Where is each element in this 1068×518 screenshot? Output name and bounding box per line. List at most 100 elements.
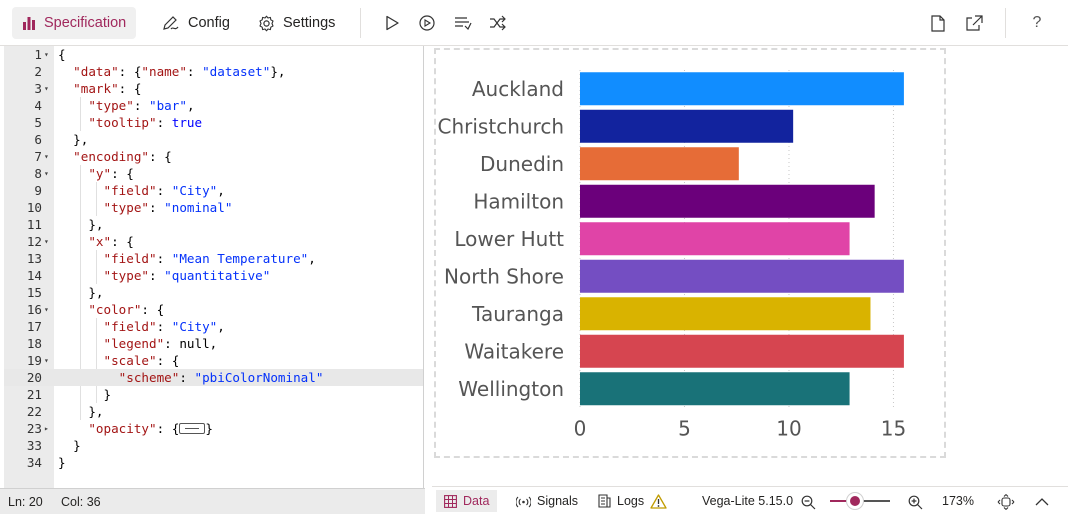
code-line[interactable]: 1 ▾ { xyxy=(4,46,423,63)
code-text: }, xyxy=(58,132,89,147)
bar-lower-hutt[interactable] xyxy=(580,222,850,256)
code-text: { xyxy=(58,47,66,62)
code-line[interactable]: 12 ▾ "x": { xyxy=(4,233,423,250)
tab-label: Config xyxy=(188,15,230,31)
bar-auckland[interactable] xyxy=(580,72,904,106)
help-label: ? xyxy=(1032,14,1042,31)
code-editor[interactable]: 1 ▾{2 "data": {"name": "dataset"}, 3 ▾ "mar… xyxy=(4,46,424,488)
code-text: } xyxy=(58,455,66,470)
x-tick-label: 5 xyxy=(678,417,691,441)
y-tick-label: Lower Hutt xyxy=(454,227,564,251)
gear-icon xyxy=(259,15,274,31)
code-line[interactable]: 9 "field": "City", xyxy=(4,182,423,199)
y-tick-label: Waitakere xyxy=(464,339,564,363)
code-line[interactable]: 17 "field": "City", xyxy=(4,318,423,335)
code-line[interactable]: 15 }, xyxy=(4,284,423,301)
code-text: "type": "bar", xyxy=(88,98,195,113)
code-line[interactable]: 4 "type": "bar", xyxy=(4,97,423,114)
fold-open-icon[interactable]: ▾ xyxy=(44,301,54,318)
code-line[interactable]: 23 ▸ "opacity": {} xyxy=(4,420,423,437)
line-number: 3 xyxy=(34,81,42,96)
line-number: 22 xyxy=(26,404,42,419)
logs-icon xyxy=(598,494,611,508)
bar-tauranga[interactable] xyxy=(580,297,871,331)
fit-to-view-icon[interactable] xyxy=(994,490,1018,514)
run-icon[interactable] xyxy=(380,11,404,35)
bar-chart: Auckland Christchurch Dunedin Hamilton Lower… xyxy=(436,50,944,463)
zoom-out-icon[interactable] xyxy=(796,490,820,514)
fold-open-icon[interactable]: ▾ xyxy=(44,46,54,63)
y-tick-label: Wellington xyxy=(458,377,564,401)
code-text: "scale": { xyxy=(103,353,180,368)
code-line[interactable]: 21 } xyxy=(4,386,423,403)
code-text: }, xyxy=(58,217,104,232)
fold-open-icon[interactable]: ▾ xyxy=(44,233,54,250)
bar-chart-icon xyxy=(23,17,35,30)
code-line[interactable]: 7 ▾ "encoding": { xyxy=(4,148,423,165)
bar-dunedin[interactable] xyxy=(580,147,739,181)
line-number: 15 xyxy=(26,285,42,300)
new-file-icon[interactable] xyxy=(926,11,950,35)
line-number: 33 xyxy=(26,438,42,453)
code-line[interactable]: 11 }, xyxy=(4,216,423,233)
collapse-panel-icon[interactable] xyxy=(1030,490,1054,514)
signal-icon xyxy=(516,496,531,507)
toolbar-divider xyxy=(1005,8,1006,38)
tab-data[interactable]: Data xyxy=(436,490,498,512)
zoom-in-icon[interactable] xyxy=(903,490,927,514)
bar-north-shore[interactable] xyxy=(580,259,904,293)
code-text: "mark": { xyxy=(73,81,142,96)
code-line[interactable]: 2 "data": {"name": "dataset"}, xyxy=(4,63,423,80)
code-text: }, xyxy=(58,285,104,300)
warning-icon xyxy=(650,493,667,509)
share-icon[interactable] xyxy=(962,11,986,35)
tab-label: Signals xyxy=(537,494,578,508)
code-line[interactable]: 5 "tooltip": true xyxy=(4,114,423,131)
shuffle-icon[interactable] xyxy=(486,11,510,35)
bar-waitakere[interactable] xyxy=(580,334,904,368)
auto-run-icon[interactable] xyxy=(415,11,439,35)
help-icon[interactable]: ? xyxy=(1025,11,1049,35)
code-line[interactable]: 3 ▾ "mark": { xyxy=(4,80,423,97)
format-icon[interactable] xyxy=(451,11,475,35)
fold-open-icon[interactable]: ▾ xyxy=(44,165,54,182)
code-line[interactable]: 33 } xyxy=(4,437,423,454)
fold-open-icon[interactable]: ▾ xyxy=(44,352,54,369)
zoom-slider-thumb[interactable] xyxy=(847,493,864,509)
fold-open-icon[interactable]: ▾ xyxy=(44,148,54,165)
code-line[interactable]: 8 ▾ "y": { xyxy=(4,165,423,182)
tab-signals[interactable]: Signals xyxy=(508,490,586,512)
code-line[interactable]: 19 ▾ "scale": { xyxy=(4,352,423,369)
pen-icon xyxy=(163,16,179,30)
code-line[interactable]: 10 "type": "nominal" xyxy=(4,199,423,216)
x-tick-label: 10 xyxy=(776,417,801,441)
chart-svg: Auckland Christchurch Dunedin Hamilton Lower… xyxy=(438,70,906,441)
code-text: "type": "nominal" xyxy=(103,200,233,215)
bar-christchurch[interactable] xyxy=(580,109,794,143)
tab-logs[interactable]: Logs xyxy=(590,490,675,512)
code-text: } xyxy=(58,387,112,402)
code-line[interactable]: 34} xyxy=(4,454,423,471)
tab-specification[interactable]: Specification xyxy=(12,7,137,39)
tab-config[interactable]: Config xyxy=(152,7,240,39)
tab-settings[interactable]: Settings xyxy=(248,7,345,39)
code-text: "encoding": { xyxy=(73,149,172,164)
y-tick-label: Hamilton xyxy=(473,189,564,213)
code-line[interactable]: 22 }, xyxy=(4,403,423,420)
code-line[interactable]: 6 }, xyxy=(4,131,423,148)
cursor-line: Ln: 20 xyxy=(8,495,43,509)
bar-hamilton[interactable] xyxy=(580,184,875,218)
code-text: "data": {"name": "dataset"}, xyxy=(73,64,286,79)
fold-open-icon[interactable]: ▾ xyxy=(44,80,54,97)
code-line[interactable]: 16 ▾ "color": { xyxy=(4,301,423,318)
bar-wellington[interactable] xyxy=(580,372,850,406)
fold-closed-icon[interactable]: ▸ xyxy=(44,420,54,437)
code-line[interactable]: 20 "scheme": "pbiColorNominal" xyxy=(4,369,423,386)
tab-label: Logs xyxy=(617,494,645,508)
code-line[interactable]: 13 "field": "Mean Temperature", xyxy=(4,250,423,267)
line-number: 11 xyxy=(26,217,42,232)
code-line[interactable]: 18 "legend": null, xyxy=(4,335,423,352)
preview-pane: Auckland Christchurch Dunedin Hamilton Lower… xyxy=(432,46,1068,486)
code-line[interactable]: 14 "type": "quantitative" xyxy=(4,267,423,284)
y-tick-label: North Shore xyxy=(444,264,564,288)
